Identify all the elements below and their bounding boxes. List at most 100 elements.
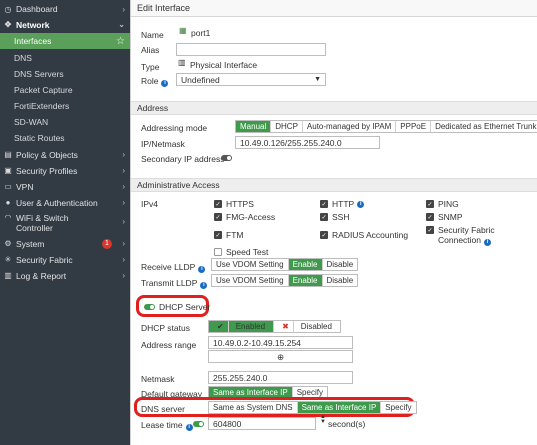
network-icon: ✥: [4, 20, 12, 29]
check-icon: ✓: [426, 213, 434, 221]
address-range-input[interactable]: 10.49.0.2-10.49.15.254: [208, 336, 353, 349]
snmp-checkbox[interactable]: ✓ SNMP: [426, 212, 463, 222]
star-icon[interactable]: ☆: [116, 36, 125, 47]
name-value: port1: [191, 28, 211, 38]
check-icon: ✓: [214, 231, 222, 239]
sidebar-item-interfaces[interactable]: Interfaces ☆: [0, 33, 130, 49]
dhcp-enabled-option[interactable]: ✔ Enabled: [209, 320, 275, 333]
lease-time-spinner[interactable]: ▲ ▼: [320, 414, 326, 425]
ip-netmask-input[interactable]: 10.49.0.126/255.255.240.0: [235, 136, 380, 149]
mode-ipam[interactable]: Auto-managed by IPAM: [303, 121, 397, 132]
sidebar-item-wifi-switch[interactable]: ◠ WiFi & Switch Controller ›: [0, 211, 130, 235]
secondary-ip-toggle[interactable]: [221, 155, 232, 161]
speed-test-checkbox[interactable]: Speed Test: [214, 247, 268, 257]
lease-time-toggle[interactable]: [193, 421, 204, 427]
chevron-right-icon: ›: [122, 150, 125, 159]
address-section-header: Address: [131, 101, 537, 115]
check-icon: ✓: [320, 200, 328, 208]
type-label: Type: [141, 62, 160, 72]
alias-input[interactable]: [176, 43, 326, 56]
dhcp-status-selector[interactable]: ✔ Enabled ✖ Disabled: [208, 320, 341, 333]
alias-label: Alias: [141, 45, 160, 55]
edit-interface-panel: Edit Interface Name ▦ port1 Alias Type ▥…: [130, 0, 537, 445]
chevron-right-icon: ›: [122, 239, 125, 248]
ftm-checkbox[interactable]: ✓ FTM: [214, 230, 243, 240]
notification-badge: 1: [102, 238, 112, 249]
info-icon[interactable]: i: [198, 266, 206, 273]
sidebar: ◷ Dashboard › ✥ Network ⌄ Interfaces ☆ DNS DN…: [0, 0, 130, 445]
sidebar-item-policy-objects[interactable]: ▤ Policy & Objects ›: [0, 147, 130, 162]
addressing-mode-selector[interactable]: Manual DHCP Auto-managed by IPAM PPPoE D…: [235, 120, 537, 133]
http-checkbox[interactable]: ✓ HTTP i: [320, 199, 365, 209]
receive-lldp-selector[interactable]: Use VDOM Setting Enable Disable: [211, 258, 359, 271]
chevron-right-icon: ›: [122, 182, 125, 191]
log-icon: ▥: [4, 271, 12, 280]
dhcp-status-label: DHCP status: [141, 323, 190, 333]
ip-netmask-label: IP/Netmask: [141, 139, 185, 149]
ping-checkbox[interactable]: ✓ PING: [426, 199, 459, 209]
address-range-label: Address range: [141, 340, 197, 350]
wifi-icon: ◠: [4, 213, 12, 222]
sidebar-item-user-authentication[interactable]: ● User & Authentication ›: [0, 195, 130, 210]
admin-access-section-header: Administrative Access: [131, 178, 537, 192]
sidebar-item-static-routes[interactable]: Static Routes: [0, 130, 130, 146]
sidebar-item-security-profiles[interactable]: ▣ Security Profiles ›: [0, 163, 130, 178]
dns-server-label: DNS server: [141, 404, 185, 414]
chevron-right-icon: ›: [122, 271, 125, 280]
netmask-input[interactable]: 255.255.240.0: [208, 371, 353, 384]
sidebar-item-dashboard[interactable]: ◷ Dashboard ›: [0, 2, 130, 16]
chevron-right-icon: ›: [122, 198, 125, 207]
lease-time-unit: second(s): [328, 419, 366, 429]
role-label: Role i: [141, 76, 169, 87]
close-circle-icon: ✖: [278, 320, 294, 333]
lease-time-label: Lease time i: [141, 420, 193, 431]
chevron-right-icon: ›: [122, 255, 125, 264]
ssh-checkbox[interactable]: ✓ SSH: [320, 212, 349, 222]
check-icon: ✓: [320, 231, 328, 239]
info-icon[interactable]: i: [484, 239, 492, 246]
ipv4-label: IPv4: [141, 199, 159, 209]
chevron-down-icon: ▼: [314, 76, 321, 83]
dns-server-selector[interactable]: Same as System DNS Same as Interface IP …: [208, 401, 417, 414]
sidebar-item-security-fabric[interactable]: ✳ Security Fabric ›: [0, 252, 130, 267]
gear-icon: ⚙: [4, 239, 12, 248]
security-fabric-connection-checkbox[interactable]: ✓ Security Fabric Connection i: [426, 225, 506, 246]
interface-port-icon: ▦: [179, 26, 187, 35]
sidebar-item-network[interactable]: ✥ Network ⌄: [0, 17, 130, 32]
https-checkbox[interactable]: ✓ HTTPS: [214, 199, 254, 209]
mode-ethernet-trunk[interactable]: Dedicated as Ethernet Trunk: [431, 121, 537, 132]
sidebar-item-system[interactable]: ⚙ System 1 ›: [0, 236, 130, 251]
mode-pppoe[interactable]: PPPoE: [396, 121, 432, 132]
mode-manual[interactable]: Manual: [236, 121, 272, 132]
dashboard-icon: ◷: [4, 4, 12, 14]
info-icon[interactable]: i: [161, 80, 169, 87]
radius-accounting-checkbox[interactable]: ✓ RADIUS Accounting: [320, 230, 408, 240]
dhcp-server-toggle[interactable]: [144, 304, 155, 310]
add-range-button[interactable]: ⊕: [208, 350, 353, 363]
info-icon[interactable]: i: [185, 424, 193, 431]
sidebar-item-dns[interactable]: DNS: [0, 50, 130, 66]
chevron-down-icon: ⌄: [118, 20, 125, 29]
dhcp-disabled-option[interactable]: ✖ Disabled: [274, 320, 340, 333]
check-icon: ✓: [320, 213, 328, 221]
sidebar-item-fortiextenders[interactable]: FortiExtenders: [0, 98, 130, 114]
fmg-access-checkbox[interactable]: ✓ FMG-Access: [214, 212, 275, 222]
mode-dhcp[interactable]: DHCP: [271, 121, 303, 132]
chevron-right-icon: ›: [122, 4, 125, 14]
sidebar-item-sd-wan[interactable]: SD-WAN: [0, 114, 130, 130]
info-icon[interactable]: i: [200, 282, 208, 289]
physical-interface-icon: ▥: [178, 58, 186, 67]
sidebar-item-packet-capture[interactable]: Packet Capture: [0, 82, 130, 98]
sidebar-item-dns-servers[interactable]: DNS Servers: [0, 66, 130, 82]
fabric-icon: ✳: [4, 255, 12, 264]
info-icon[interactable]: i: [357, 200, 365, 208]
addressing-mode-label: Addressing mode: [141, 123, 208, 133]
sidebar-item-vpn[interactable]: ▭ VPN ›: [0, 179, 130, 194]
lease-time-input[interactable]: 604800: [208, 417, 316, 430]
role-select[interactable]: Undefined ▼: [176, 73, 326, 86]
check-circle-icon: ✔: [213, 320, 229, 333]
vpn-icon: ▭: [4, 182, 12, 191]
sidebar-item-log-report[interactable]: ▥ Log & Report ›: [0, 268, 130, 283]
transmit-lldp-selector[interactable]: Use VDOM Setting Enable Disable: [211, 274, 359, 287]
chevron-right-icon: ›: [122, 166, 125, 175]
